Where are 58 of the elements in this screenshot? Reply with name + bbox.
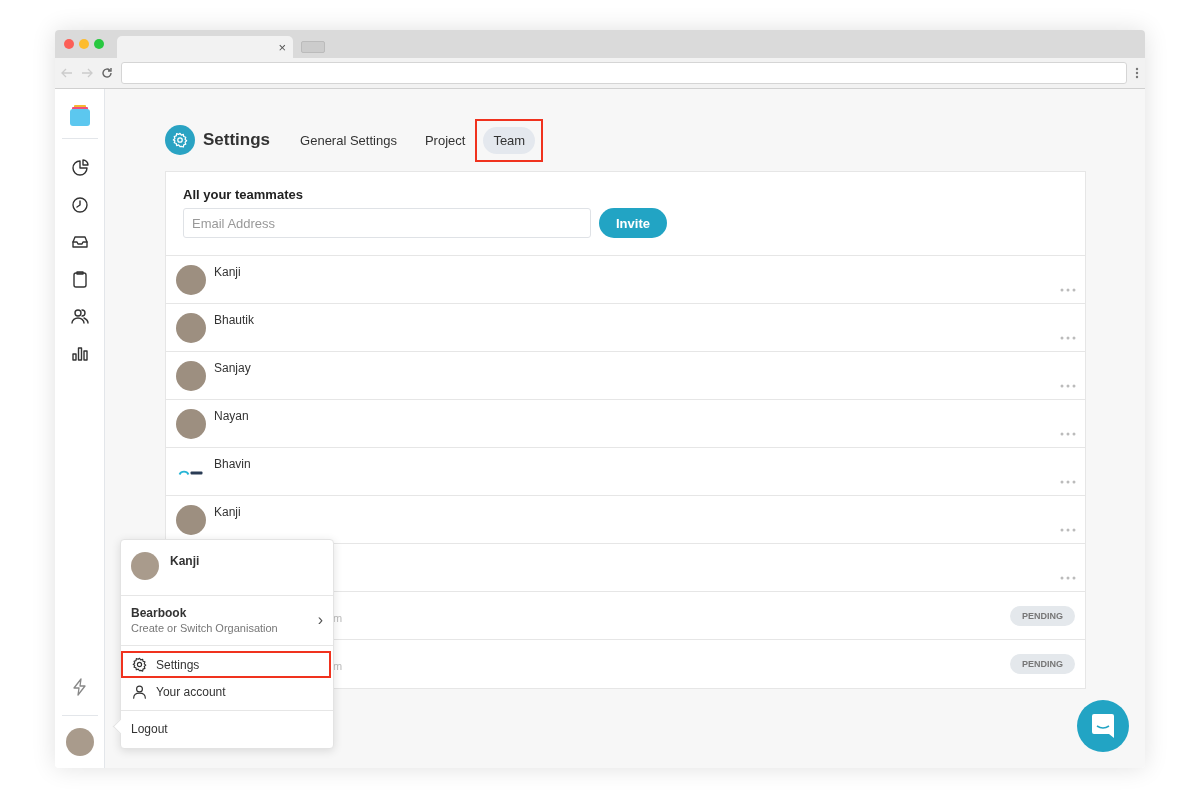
close-tab-button[interactable]: × xyxy=(275,39,289,55)
avatar-photo xyxy=(176,313,206,343)
avatar-photo xyxy=(131,552,159,580)
status-badge: PENDING xyxy=(1010,654,1075,674)
address-bar[interactable] xyxy=(121,62,1127,84)
more-menu-icon[interactable] xyxy=(1135,67,1139,79)
reload-icon[interactable] xyxy=(101,67,113,79)
logout-button[interactable]: Logout xyxy=(121,711,178,748)
maximize-window-icon[interactable] xyxy=(94,39,104,49)
more-icon xyxy=(1060,480,1076,484)
avatar-photo xyxy=(176,265,206,295)
bars-icon xyxy=(70,344,89,362)
user-avatar[interactable] xyxy=(65,728,94,756)
forward-icon[interactable] xyxy=(81,67,93,79)
more-icon xyxy=(1060,336,1076,340)
clipboard-icon xyxy=(70,270,89,288)
email-field[interactable]: Email Address xyxy=(183,208,591,238)
new-tab-button[interactable] xyxy=(301,41,325,53)
member-name: Nayan xyxy=(214,409,249,423)
more-icon xyxy=(1060,384,1076,388)
menu-item[interactable]: Settings xyxy=(123,653,329,676)
settings-tab[interactable]: Project xyxy=(414,126,476,154)
pie-icon xyxy=(70,159,89,177)
inbox-icon xyxy=(70,233,89,251)
section-heading: All your teammates xyxy=(183,187,304,202)
more-icon xyxy=(1060,288,1076,292)
avatar-photo xyxy=(176,505,206,535)
settings-icon xyxy=(132,657,147,672)
close-window-icon[interactable] xyxy=(64,39,74,49)
more-icon xyxy=(1060,432,1076,436)
status-badge: PENDING xyxy=(1010,605,1075,626)
settings-tab[interactable]: General Settings xyxy=(290,126,407,154)
chat-icon xyxy=(1091,713,1115,739)
member-name: Kanji xyxy=(214,265,241,279)
menu-item[interactable]: Your account xyxy=(121,678,333,705)
more-icon xyxy=(1060,528,1076,532)
settings-icon xyxy=(165,125,195,155)
company-logo xyxy=(176,469,206,475)
member-name: Bhautik xyxy=(214,313,255,327)
invite-email: m xyxy=(333,611,343,624)
member-name: Bhavin xyxy=(214,457,251,471)
avatar-photo xyxy=(176,409,206,439)
user-name: Kanji xyxy=(170,554,200,568)
member-name: Sanjay xyxy=(214,361,251,375)
user-icon xyxy=(132,684,147,699)
organisation-switcher[interactable]: Bearbook Create or Switch Organisation › xyxy=(121,596,333,646)
browser-tab[interactable]: × xyxy=(117,36,293,58)
member-name: Kanji xyxy=(214,505,241,519)
avatar-photo xyxy=(176,361,206,391)
users-icon xyxy=(70,307,89,325)
back-icon[interactable] xyxy=(61,67,73,79)
more-icon xyxy=(1060,576,1076,580)
page-title: Settings xyxy=(203,130,271,150)
clock-icon xyxy=(70,196,89,214)
settings-tab[interactable]: Team xyxy=(483,126,536,154)
invite-email: m xyxy=(333,660,343,672)
minimize-window-icon[interactable] xyxy=(79,39,89,49)
app-logo[interactable] xyxy=(67,103,92,127)
